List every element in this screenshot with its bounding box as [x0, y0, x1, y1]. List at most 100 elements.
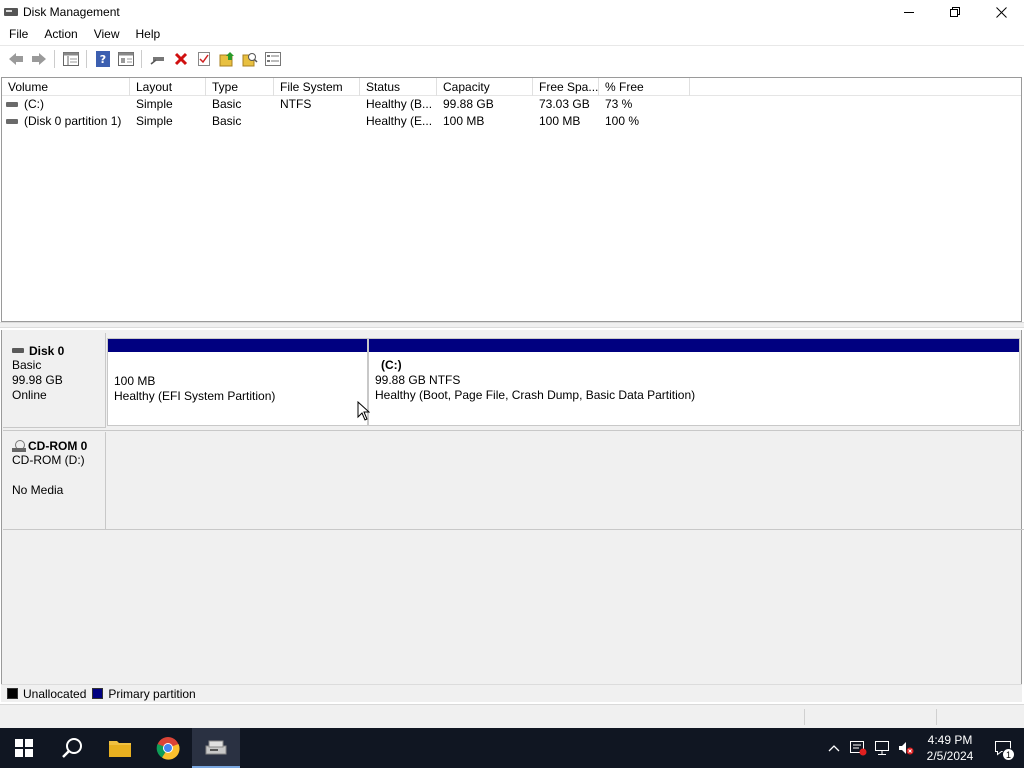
- menu-bar: File Action View Help: [0, 24, 1024, 44]
- partition-status: Healthy (EFI System Partition): [114, 389, 276, 403]
- legend: Unallocated Primary partition: [1, 684, 1022, 702]
- disk-management-taskbar-button[interactable]: [192, 728, 240, 768]
- file-explorer-button[interactable]: [96, 728, 144, 768]
- back-button[interactable]: [4, 48, 27, 70]
- chrome-button[interactable]: [144, 728, 192, 768]
- volume-name: (C:): [24, 97, 44, 111]
- percent-free-cell: 100 %: [605, 114, 640, 128]
- close-icon: [995, 6, 1007, 18]
- chevron-up-icon: [828, 745, 840, 752]
- restore-icon: [950, 7, 960, 17]
- help-button[interactable]: ?: [91, 48, 114, 70]
- c-partition-body: (C:) 99.88 GB NTFS Healthy (Boot, Page F…: [369, 352, 1019, 403]
- volume-tray-button[interactable]: [894, 728, 918, 768]
- disk-0-name: Disk 0: [29, 343, 65, 358]
- menu-action[interactable]: Action: [35, 24, 84, 44]
- action-center-button[interactable]: 1: [982, 728, 1024, 768]
- forward-button[interactable]: [27, 48, 50, 70]
- back-icon: [8, 53, 23, 65]
- status-cell: Healthy (B...: [366, 97, 433, 111]
- column-header-percent-free[interactable]: % Free: [599, 78, 690, 96]
- close-button[interactable]: [978, 0, 1024, 24]
- column-header-file-system[interactable]: File System: [274, 78, 360, 96]
- column-header-capacity[interactable]: Capacity: [437, 78, 533, 96]
- column-header-layout[interactable]: Layout: [130, 78, 206, 96]
- check-icon: [197, 52, 210, 66]
- legend-primary: Primary partition: [92, 687, 196, 701]
- window-title: Disk Management: [23, 5, 120, 19]
- notification-count-badge: 1: [1002, 748, 1015, 761]
- layout-cell: Simple: [136, 97, 173, 111]
- file-system-cell: [274, 113, 360, 130]
- status-separator: [936, 709, 937, 725]
- column-header-volume[interactable]: Volume: [2, 78, 130, 96]
- legend-unallocated: Unallocated: [7, 687, 86, 701]
- clock-date: 2/5/2024: [926, 749, 974, 763]
- network-tray-button[interactable]: [870, 728, 894, 768]
- disk-0-label[interactable]: Disk 0 Basic 99.98 GB Online: [3, 333, 106, 428]
- free-space-cell: 100 MB: [539, 114, 581, 128]
- windows-logo-icon: [15, 739, 33, 757]
- volume-row[interactable]: (Disk 0 partition 1) Simple Basic Health…: [2, 113, 1021, 130]
- check-button[interactable]: [192, 48, 215, 70]
- disk-row-divider: [3, 529, 1024, 530]
- taskbar-clock[interactable]: 4:49 PM 2/5/2024: [918, 732, 982, 764]
- minimize-button[interactable]: [886, 0, 932, 24]
- system-tray: 4:49 PM 2/5/2024 1: [822, 728, 1024, 768]
- toolbar: ?: [0, 45, 1024, 72]
- primary-partition-bar: [369, 339, 1019, 352]
- menu-help[interactable]: Help: [127, 24, 168, 44]
- status-separator: [804, 709, 805, 725]
- start-button[interactable]: [0, 728, 48, 768]
- properties-button[interactable]: [114, 48, 137, 70]
- primary-swatch: [92, 688, 104, 699]
- primary-partition-bar: [108, 339, 367, 352]
- type-cell: Basic: [212, 114, 242, 128]
- clock-time: 4:49 PM: [927, 733, 973, 747]
- pane-splitter[interactable]: [0, 322, 1024, 328]
- volume-cell: (Disk 0 partition 1): [2, 113, 130, 130]
- volume-list: Volume Layout Type File System Status Ca…: [1, 77, 1022, 322]
- cdrom-0-name: CD-ROM 0: [28, 438, 88, 453]
- cdrom-0-label[interactable]: CD-ROM 0 CD-ROM (D:) No Media: [3, 432, 106, 530]
- speaker-muted-icon: [899, 742, 914, 755]
- layout-cell: Simple: [136, 114, 173, 128]
- column-header-status[interactable]: Status: [360, 78, 437, 96]
- partition-size: 99.88 GB NTFS: [375, 373, 461, 387]
- console-tree-icon: [62, 52, 79, 66]
- c-drive-partition[interactable]: (C:) 99.88 GB NTFS Healthy (Boot, Page F…: [368, 338, 1020, 426]
- volume-row[interactable]: (C:) Simple Basic NTFS Healthy (B... 99.…: [2, 96, 1021, 113]
- security-tray-button[interactable]: [846, 728, 870, 768]
- import-button[interactable]: [215, 48, 238, 70]
- show-hidden-icons-button[interactable]: [822, 728, 846, 768]
- connect-disk-button[interactable]: [146, 48, 169, 70]
- chrome-icon: [156, 737, 180, 760]
- hard-disk-icon: [12, 348, 24, 353]
- taskbar: 4:49 PM 2/5/2024 1: [0, 728, 1024, 768]
- security-warning-icon: [850, 741, 867, 756]
- show-hide-console-tree-button[interactable]: [59, 48, 82, 70]
- disk-0-type: Basic: [12, 358, 42, 372]
- toolbar-separator: [86, 50, 87, 68]
- partition-size: 100 MB: [114, 374, 156, 388]
- cdrom-0-drive: CD-ROM (D:): [12, 453, 85, 467]
- svg-text:?: ?: [99, 53, 105, 66]
- delete-button[interactable]: [169, 48, 192, 70]
- file-system-cell: NTFS: [280, 97, 312, 111]
- search-button[interactable]: [238, 48, 261, 70]
- unallocated-swatch: [7, 688, 18, 699]
- forward-icon: [31, 53, 46, 65]
- properties-icon: [117, 52, 134, 66]
- volume-list-header: Volume Layout Type File System Status Ca…: [2, 78, 1021, 96]
- search-button[interactable]: [48, 728, 96, 768]
- menu-file[interactable]: File: [0, 24, 35, 44]
- column-header-type[interactable]: Type: [206, 78, 274, 96]
- percent-free-cell: 73 %: [605, 97, 633, 111]
- list-view-button[interactable]: [261, 48, 284, 70]
- disk-graphical-view: Disk 0 Basic 99.98 GB Online 100 MB Heal…: [1, 330, 1024, 685]
- restore-button[interactable]: [932, 0, 978, 24]
- partition-status: Healthy (Boot, Page File, Crash Dump, Ba…: [375, 388, 696, 402]
- menu-view[interactable]: View: [85, 24, 127, 44]
- column-header-free-space[interactable]: Free Spa...: [533, 78, 599, 96]
- efi-partition[interactable]: 100 MB Healthy (EFI System Partition): [107, 338, 368, 426]
